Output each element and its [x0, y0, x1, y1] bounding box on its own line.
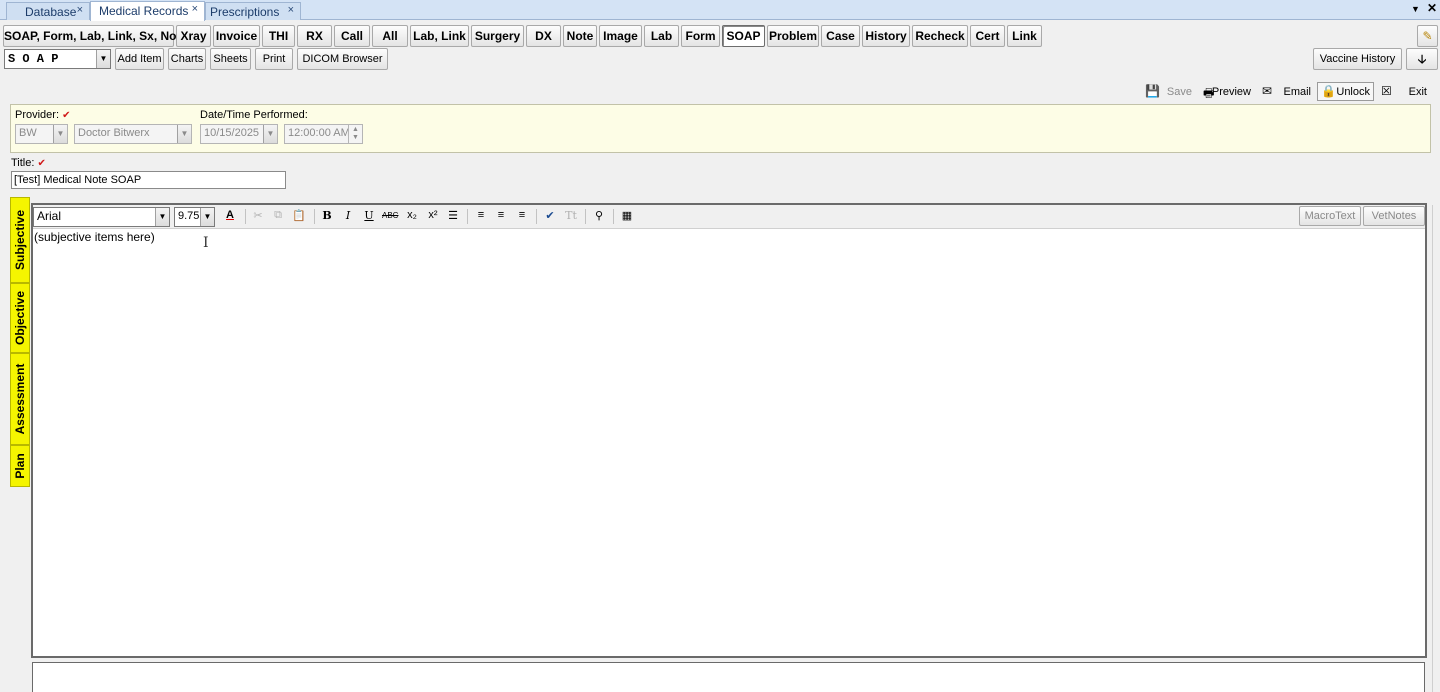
filter-button-xray[interactable]: Xray	[176, 25, 211, 47]
bullet-list-icon[interactable]: ☰	[445, 209, 461, 222]
text-style-icon[interactable]: Tt	[563, 209, 579, 222]
pencil-icon[interactable]: ✎	[1417, 25, 1438, 47]
bold-icon[interactable]: B	[319, 209, 335, 222]
strikethrough-icon[interactable]: ABC	[382, 211, 398, 220]
filter-button-lab-link[interactable]: Lab, Link	[410, 25, 469, 47]
subscript-icon[interactable]: x₂	[404, 209, 420, 221]
tab-medical-records[interactable]: Medical Records ×	[90, 1, 205, 21]
chevron-down-icon: ▼	[263, 125, 277, 143]
filter-button-call[interactable]: Call	[334, 25, 370, 47]
provider-code-select[interactable]: BW ▼	[15, 124, 68, 144]
filter-button-dx[interactable]: DX	[526, 25, 561, 47]
insert-table-icon[interactable]: ▦	[619, 209, 635, 222]
required-check-icon: ✔	[62, 110, 71, 121]
dicom-browser-button[interactable]: DICOM Browser	[297, 48, 388, 70]
save-button[interactable]: 💾 Save	[1141, 82, 1196, 101]
editor-content[interactable]: (subjective items here)	[34, 230, 155, 244]
charts-button[interactable]: Charts	[168, 48, 206, 70]
record-header-panel: Provider: ✔ BW ▼ Doctor Bitwerx ▼ Date/T…	[10, 104, 1431, 153]
vetnotes-button[interactable]: VetNotes	[1363, 206, 1425, 226]
align-right-icon[interactable]: ≡	[514, 209, 530, 221]
tab-prescriptions[interactable]: Prescriptions ×	[205, 2, 301, 20]
filter-button-form[interactable]: Form	[681, 25, 720, 47]
tab-assessment[interactable]: Assessment	[10, 353, 30, 445]
spinner-icon[interactable]: ▲ ▼	[348, 125, 362, 143]
filter-button-recheck[interactable]: Recheck	[912, 25, 968, 47]
add-item-button[interactable]: Add Item	[115, 48, 164, 70]
find-binoculars-icon[interactable]: ⚲	[591, 209, 607, 222]
filter-button-link[interactable]: Link	[1007, 25, 1042, 47]
tab-subjective[interactable]: Subjective	[10, 197, 30, 283]
underline-icon[interactable]: U	[361, 209, 377, 222]
filter-button-cert[interactable]: Cert	[970, 25, 1005, 47]
vaccine-history-button[interactable]: Vaccine History	[1313, 48, 1402, 70]
record-type-select[interactable]: S O A P ▼	[4, 49, 111, 69]
rich-text-editor[interactable]: Arial ▼ 9.75 ▼ A ✂ ⧉ 📋 B I U ABC x₂ x² ☰…	[31, 203, 1427, 658]
tab-objective[interactable]: Objective	[10, 283, 30, 353]
filter-button-history[interactable]: History	[862, 25, 910, 47]
title-field[interactable]: [Test] Medical Note SOAP	[11, 171, 286, 189]
provider-name-select[interactable]: Doctor Bitwerx ▼	[74, 124, 192, 144]
chevron-down-icon: ▼	[177, 125, 191, 143]
editor-toolbar: Arial ▼ 9.75 ▼ A ✂ ⧉ 📋 B I U ABC x₂ x² ☰…	[33, 205, 1425, 229]
filter-button-thi[interactable]: THI	[262, 25, 295, 47]
chevron-down-icon: ▼	[155, 208, 169, 226]
font-color-icon[interactable]: A	[222, 209, 238, 221]
filter-button-case[interactable]: Case	[821, 25, 860, 47]
text-cursor-icon: I	[203, 235, 209, 251]
close-box-icon: ☒	[1381, 84, 1392, 98]
email-icon: ✉	[1262, 84, 1273, 98]
filter-button-rx[interactable]: RX	[297, 25, 332, 47]
filter-button-invoice[interactable]: Invoice	[213, 25, 260, 47]
filter-button-all[interactable]: All	[372, 25, 408, 47]
filter-button-soap-form-lab-link-sx-note[interactable]: SOAP, Form, Lab, Link, Sx, Note	[3, 25, 187, 47]
lock-icon: 🔒	[1321, 84, 1336, 98]
tab-plan[interactable]: Plan	[10, 445, 30, 487]
chevron-down-icon: ▼	[96, 50, 110, 68]
time-spinner[interactable]: 12:00:00 AM ▲ ▼	[284, 124, 363, 144]
sheets-button[interactable]: Sheets	[210, 48, 251, 70]
close-icon[interactable]: ×	[288, 4, 294, 16]
print-button[interactable]: Print	[255, 48, 293, 70]
chevron-down-icon: ▼	[200, 208, 214, 226]
tab-database[interactable]: Database ×	[6, 2, 90, 20]
email-button[interactable]: ✉ Email	[1258, 82, 1315, 101]
provider-label: Provider: ✔	[15, 109, 71, 121]
copy-icon[interactable]: ⧉	[270, 209, 286, 222]
filter-button-surgery[interactable]: Surgery	[471, 25, 524, 47]
scrollbar[interactable]	[1432, 205, 1440, 692]
close-icon[interactable]: ×	[192, 3, 198, 15]
required-check-icon: ✔	[37, 158, 46, 169]
font-family-select[interactable]: Arial ▼	[33, 207, 170, 227]
align-center-icon[interactable]: ≡	[493, 209, 509, 221]
unlock-button[interactable]: 🔒 Unlock	[1317, 82, 1374, 101]
secondary-text-area[interactable]	[32, 662, 1425, 692]
macrotext-button[interactable]: MacroText	[1299, 206, 1361, 226]
font-size-select[interactable]: 9.75 ▼	[174, 207, 215, 227]
align-left-icon[interactable]: ≡	[473, 209, 489, 221]
filter-button-soap[interactable]: SOAP	[722, 25, 765, 47]
tab-list-dropdown-icon[interactable]: ▼	[1411, 4, 1420, 14]
filter-button-lab[interactable]: Lab	[644, 25, 679, 47]
close-icon[interactable]: ×	[77, 4, 83, 16]
chevron-down-icon: ▼	[53, 125, 67, 143]
date-select[interactable]: 10/15/2025 ▼	[200, 124, 278, 144]
close-window-icon[interactable]: ✕	[1427, 1, 1437, 15]
title-label: Title: ✔	[11, 157, 46, 169]
floppy-disk-icon: 💾	[1145, 84, 1160, 98]
paste-icon[interactable]: 📋	[291, 209, 307, 222]
preview-button[interactable]: 🖶 Preview	[1199, 82, 1255, 101]
filter-button-note[interactable]: Note	[563, 25, 597, 47]
cut-icon[interactable]: ✂	[250, 209, 266, 222]
exit-button[interactable]: ☒ Exit	[1377, 82, 1431, 101]
document-tab-strip: Database × Medical Records × Prescriptio…	[0, 0, 1440, 21]
filter-button-problem[interactable]: Problem	[767, 25, 819, 47]
filter-button-image[interactable]: Image	[599, 25, 642, 47]
italic-icon[interactable]: I	[340, 209, 356, 222]
arrow-down-icon[interactable]: 🡣	[1406, 48, 1438, 70]
spellcheck-icon[interactable]: ✔	[542, 209, 558, 222]
superscript-icon[interactable]: x²	[425, 209, 441, 221]
datetime-label: Date/Time Performed:	[200, 109, 308, 121]
